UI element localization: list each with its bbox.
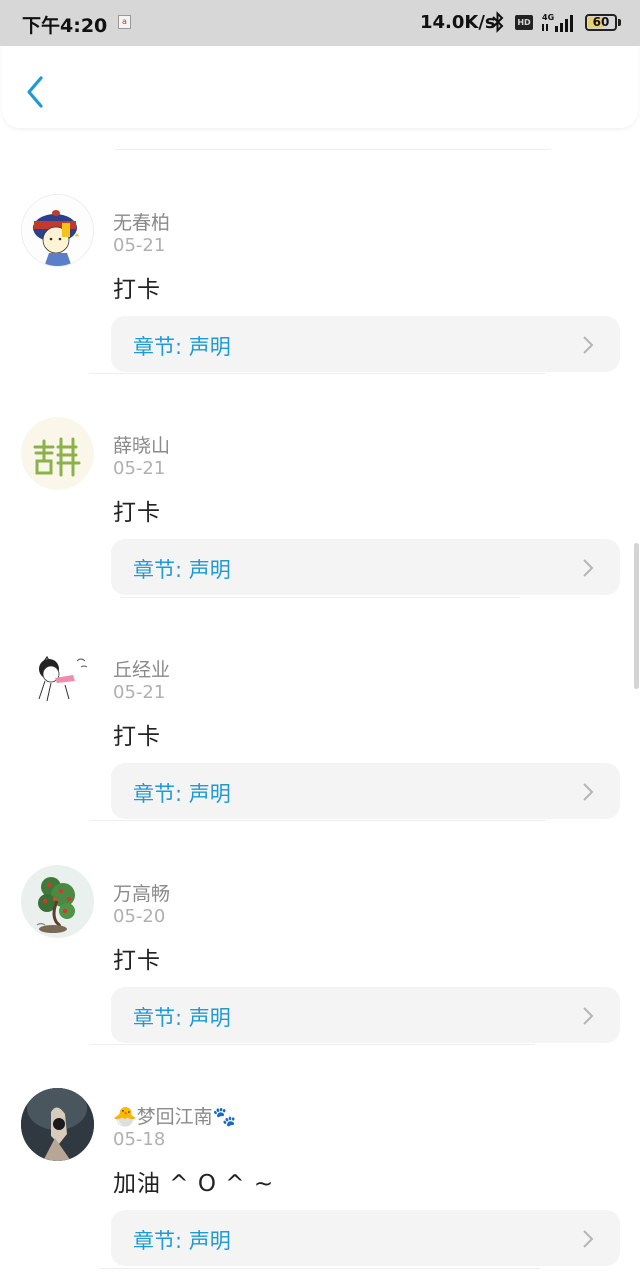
chapter-link[interactable]: 章节: 声明 bbox=[111, 539, 620, 595]
user-name[interactable]: 丘经业 bbox=[113, 655, 170, 682]
user-name[interactable]: 🐣梦回江南🐾 bbox=[113, 1102, 236, 1129]
chapter-link[interactable]: 章节: 声明 bbox=[111, 987, 620, 1043]
notification-icon: a bbox=[118, 15, 131, 29]
status-bar: 下午4:20 a 14.0K/s HD 4G 60 bbox=[0, 0, 640, 46]
avatar[interactable] bbox=[21, 194, 94, 267]
back-button[interactable] bbox=[20, 74, 50, 110]
avatar[interactable] bbox=[21, 641, 94, 714]
comment-date: 05-20 bbox=[113, 906, 166, 927]
divider bbox=[100, 1268, 540, 1269]
chapter-label: 章节: 声明 bbox=[133, 558, 231, 582]
photo-avatar-icon bbox=[21, 1088, 94, 1161]
user-name[interactable]: 万高畅 bbox=[113, 879, 170, 906]
avatar[interactable] bbox=[21, 865, 94, 938]
list-item: 丘经业 05-21 打卡 章节: 声明 bbox=[0, 597, 640, 820]
status-time: 下午4:20 bbox=[22, 15, 108, 37]
list-item: 万高畅 05-20 打卡 章节: 声明 bbox=[0, 821, 640, 1044]
avatar[interactable] bbox=[21, 417, 94, 490]
user-name[interactable]: 无春柏 bbox=[113, 208, 170, 235]
chapter-label: 章节: 声明 bbox=[133, 1229, 231, 1253]
comment-content: 打卡 bbox=[113, 500, 161, 526]
cartoon-official-avatar-icon bbox=[33, 210, 79, 266]
battery-level: 60 bbox=[592, 15, 610, 29]
network-speed: 14.0K/s bbox=[420, 12, 496, 33]
comment-content: 打卡 bbox=[113, 724, 161, 750]
chevron-right-icon bbox=[583, 336, 594, 354]
comment-content: 加油 ^ O ^ ~ bbox=[113, 1171, 275, 1197]
sketch-girl-avatar-icon bbox=[38, 655, 88, 702]
comment-content: 打卡 bbox=[113, 277, 161, 303]
chapter-label: 章节: 声明 bbox=[133, 782, 231, 806]
chapter-label: 章节: 声明 bbox=[133, 1006, 231, 1030]
comment-date: 05-21 bbox=[113, 235, 166, 256]
chevron-right-icon bbox=[583, 559, 594, 577]
list-item: 薛晓山 05-21 打卡 章节: 声明 bbox=[0, 373, 640, 596]
scrollbar[interactable] bbox=[634, 543, 639, 689]
battery-icon: 60 bbox=[585, 14, 617, 31]
comment-date: 05-18 bbox=[113, 1129, 166, 1150]
chevron-right-icon bbox=[583, 1230, 594, 1248]
list-item: 无春柏 05-21 打卡 章节: 声明 bbox=[0, 150, 640, 373]
avatar[interactable] bbox=[21, 1088, 94, 1161]
hd-icon: HD bbox=[515, 15, 533, 30]
chapter-link[interactable]: 章节: 声明 bbox=[111, 316, 620, 372]
chapter-link[interactable]: 章节: 声明 bbox=[111, 1210, 620, 1266]
chevron-right-icon bbox=[583, 1007, 594, 1025]
comment-date: 05-21 bbox=[113, 682, 166, 703]
chevron-right-icon bbox=[583, 783, 594, 801]
user-name[interactable]: 薛晓山 bbox=[113, 431, 170, 458]
network-type-label: 4G bbox=[542, 13, 554, 22]
top-nav-bar bbox=[2, 46, 638, 128]
chapter-link[interactable]: 章节: 声明 bbox=[111, 763, 620, 819]
green-calligraphy-avatar-icon bbox=[33, 437, 81, 477]
chapter-label: 章节: 声明 bbox=[133, 335, 231, 359]
comment-content: 打卡 bbox=[113, 948, 161, 974]
bonsai-tree-avatar-icon bbox=[36, 877, 75, 933]
comment-date: 05-21 bbox=[113, 458, 166, 479]
battery-cap bbox=[618, 19, 621, 26]
chevron-left-icon bbox=[27, 76, 43, 108]
bluetooth-icon bbox=[492, 11, 504, 33]
list-item: 🐣梦回江南🐾 05-18 加油 ^ O ^ ~ 章节: 声明 bbox=[0, 1044, 640, 1267]
signal-icon: 4G bbox=[542, 13, 573, 32]
